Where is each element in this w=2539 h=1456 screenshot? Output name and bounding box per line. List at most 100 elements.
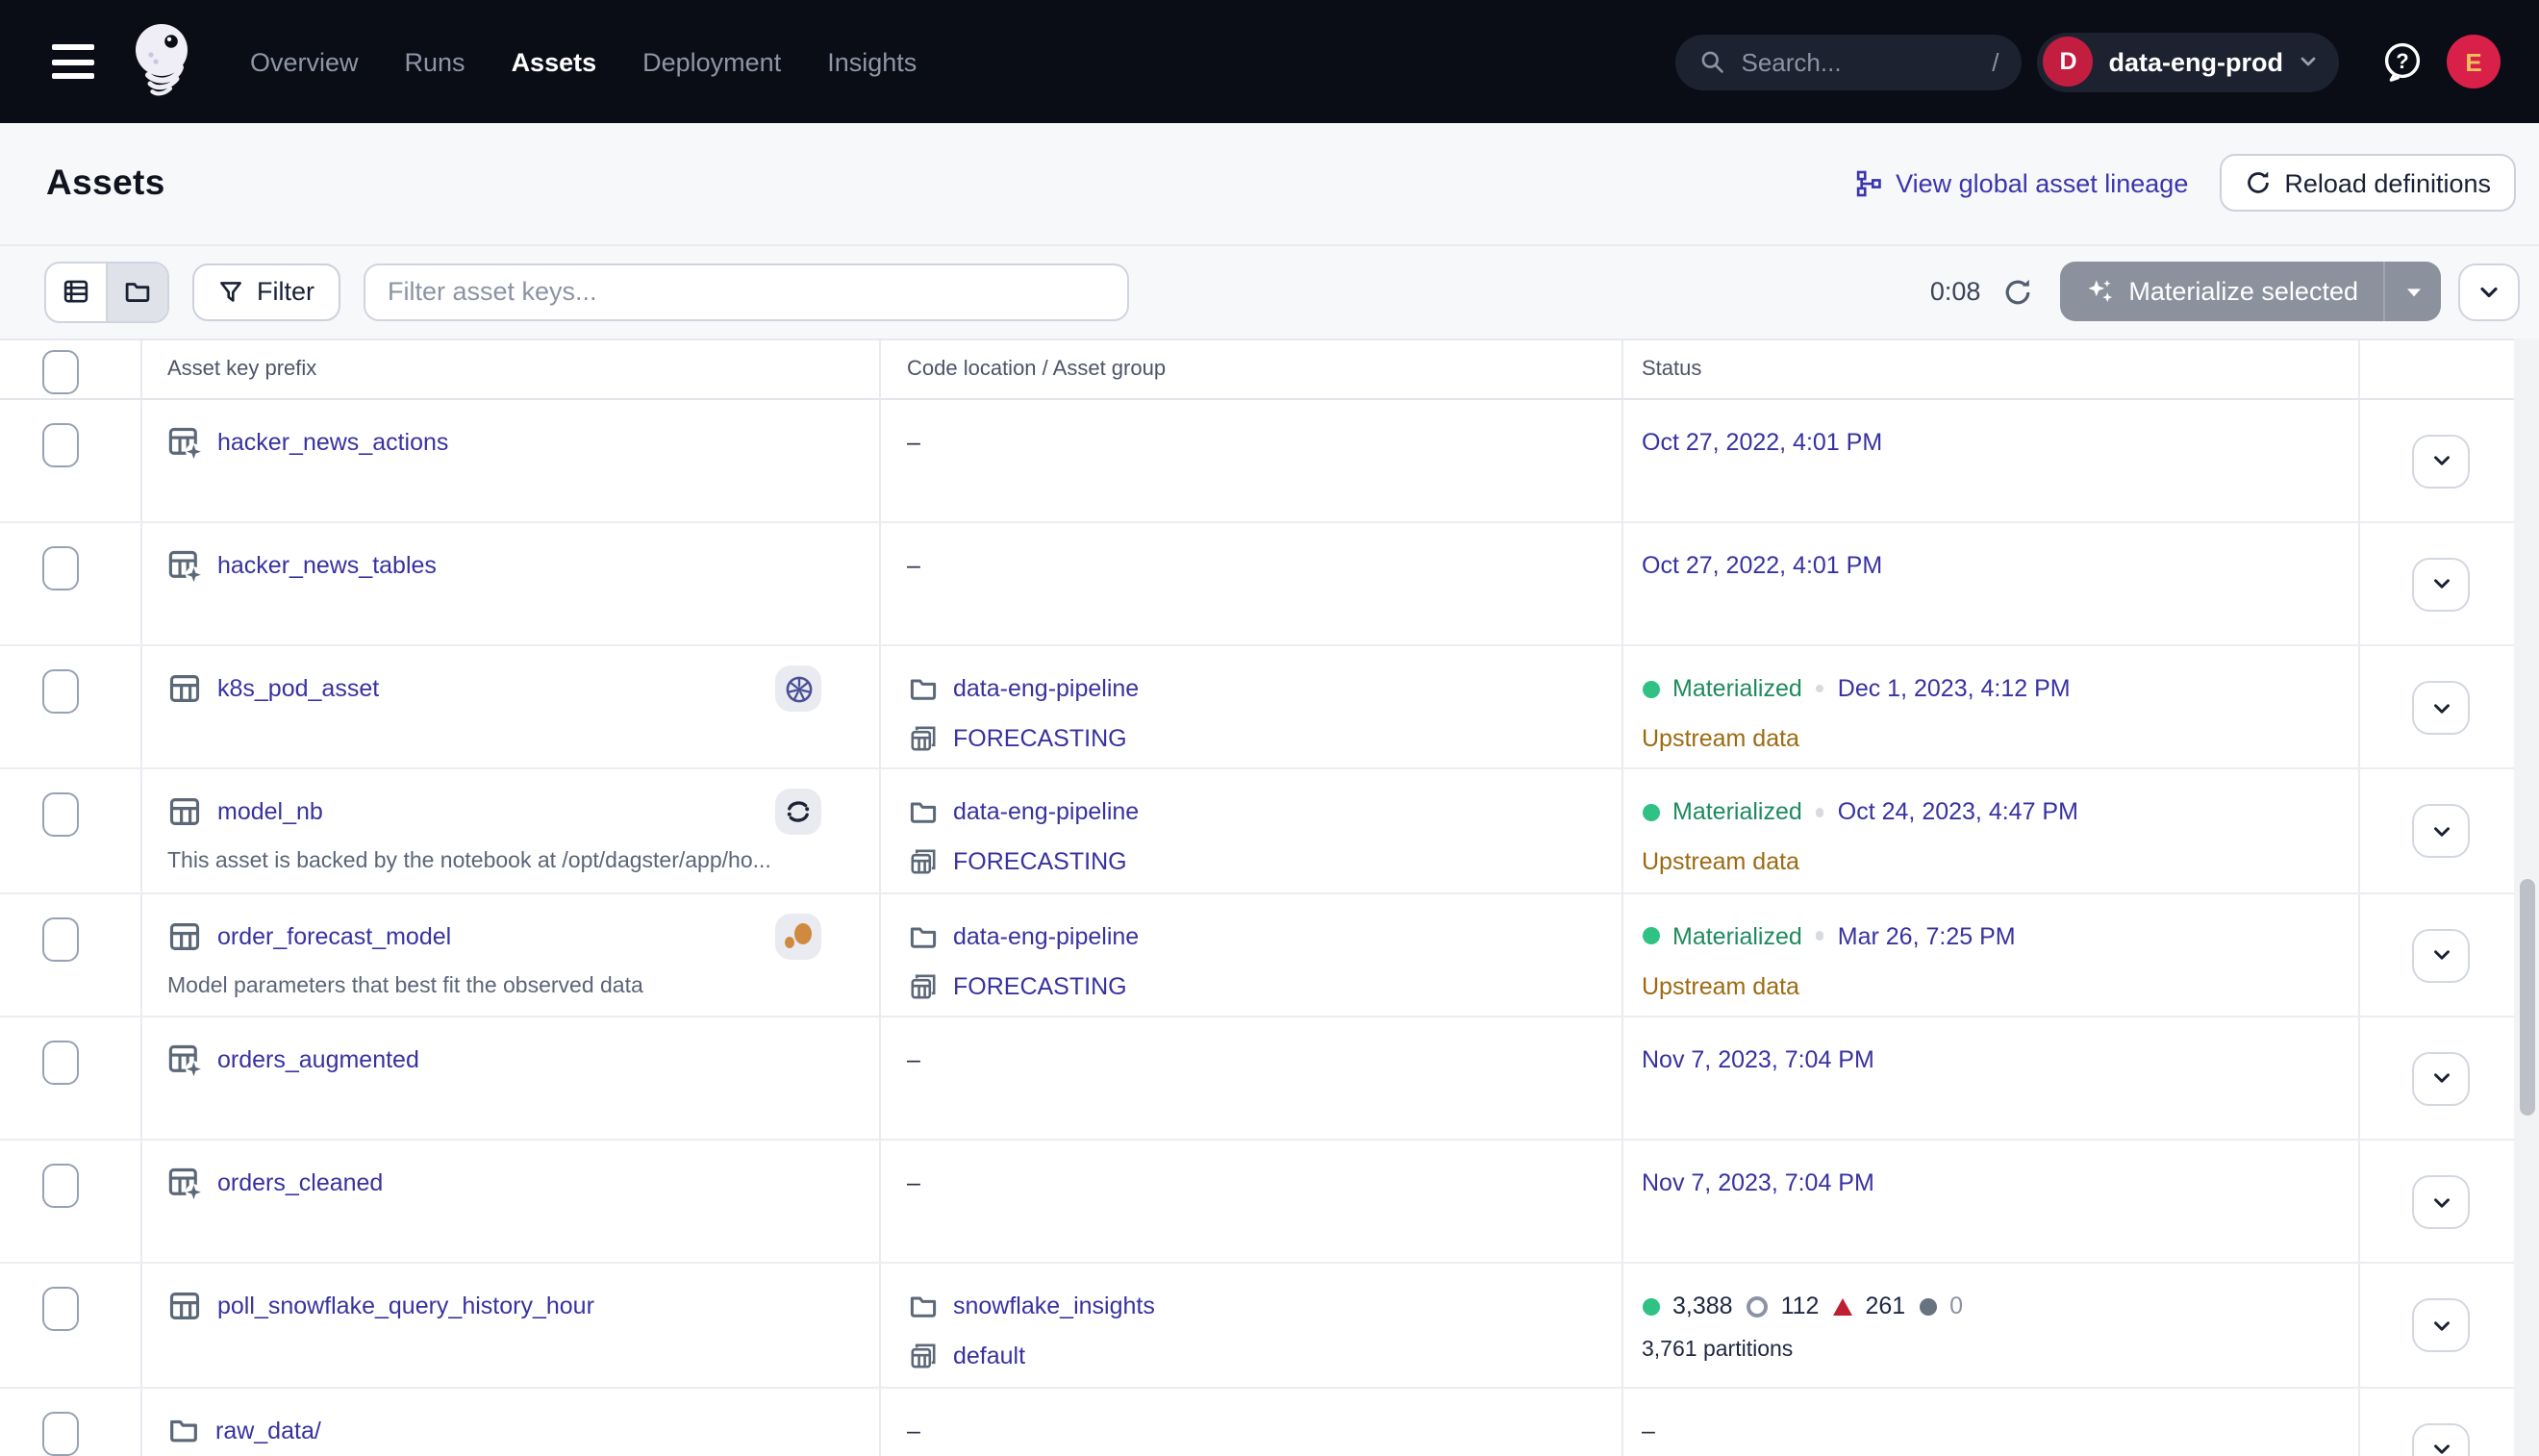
list-view-button[interactable] — [45, 264, 105, 321]
asset-group-link[interactable]: FORECASTING — [953, 849, 1127, 876]
search-shortcut: / — [1992, 47, 1999, 76]
row-expand-button[interactable] — [2412, 928, 2470, 982]
materialize-selected-button[interactable]: Materialize selected — [2059, 263, 2383, 322]
kubernetes-icon — [782, 672, 815, 705]
asset-link[interactable]: model_nb — [217, 799, 323, 826]
table-row: raw_data/ – – — [0, 1388, 2539, 1456]
reload-definitions-button[interactable]: Reload definitions — [2219, 155, 2516, 213]
chevron-down-icon — [2428, 942, 2453, 967]
materialization-date-link[interactable]: Oct 24, 2023, 4:47 PM — [1838, 799, 2078, 826]
materialize-options-caret[interactable] — [2383, 263, 2441, 322]
noteable-dots-icon — [783, 920, 814, 951]
filter-asset-keys-input[interactable] — [363, 264, 1128, 321]
row-checkbox[interactable] — [42, 546, 79, 590]
code-location-link[interactable]: data-eng-pipeline — [953, 675, 1139, 702]
nav-item-assets[interactable]: Assets — [504, 36, 605, 88]
dagster-logo-icon[interactable] — [119, 17, 200, 106]
asset-link[interactable]: orders_cleaned — [217, 1169, 383, 1196]
row-expand-button[interactable] — [2412, 558, 2470, 612]
row-checkbox[interactable] — [42, 916, 79, 961]
asset-link[interactable]: k8s_pod_asset — [217, 675, 379, 702]
asset-link[interactable]: hacker_news_actions — [217, 428, 448, 455]
row-expand-button[interactable] — [2412, 1052, 2470, 1106]
help-icon[interactable] — [2381, 40, 2424, 83]
table-row: poll_snowflake_query_history_hour snowfl… — [0, 1265, 2539, 1389]
observed-count: 112 — [1781, 1293, 1820, 1320]
chevron-down-icon — [2428, 819, 2453, 844]
deployment-switcher[interactable]: D data-eng-prod — [2038, 32, 2340, 91]
search-input[interactable]: Search... / — [1676, 34, 2023, 89]
nav-right-cluster: Search... / D data-eng-prod E — [1676, 32, 2501, 91]
asset-link[interactable]: orders_augmented — [217, 1046, 419, 1073]
code-location-link[interactable]: snowflake_insights — [953, 1293, 1155, 1320]
folder-icon — [907, 797, 938, 828]
asset-group-link[interactable]: default — [953, 1343, 1025, 1370]
row-checkbox[interactable] — [42, 1411, 79, 1455]
scrollbar-thumb[interactable] — [2519, 879, 2534, 1116]
materialization-date-link[interactable]: Oct 27, 2022, 4:01 PM — [1642, 428, 1882, 455]
nav-item-runs[interactable]: Runs — [397, 36, 473, 88]
asset-prefix-icon — [167, 1166, 202, 1200]
separator-dot — [1816, 932, 1824, 941]
collapse-all-button[interactable] — [2458, 264, 2520, 321]
separator-dot — [1816, 808, 1824, 816]
refresh-icon[interactable] — [2001, 277, 2032, 308]
row-expand-button[interactable] — [2412, 434, 2470, 488]
materialization-date-link[interactable]: Nov 7, 2023, 7:04 PM — [1642, 1169, 1874, 1196]
reload-icon — [2244, 170, 2271, 197]
folder-view-button[interactable] — [105, 264, 166, 321]
asset-link[interactable]: hacker_news_tables — [217, 552, 437, 579]
code-location-empty: – — [907, 523, 1621, 585]
scrollbar-track[interactable] — [2514, 339, 2539, 1456]
folder-icon — [907, 1292, 938, 1322]
user-avatar[interactable]: E — [2447, 35, 2501, 88]
column-header-status: Status — [1642, 358, 1701, 381]
asset-table-icon — [167, 918, 202, 953]
row-checkbox[interactable] — [42, 1288, 79, 1332]
row-checkbox[interactable] — [42, 1164, 79, 1208]
row-expand-button[interactable] — [2412, 1299, 2470, 1353]
asset-link[interactable]: poll_snowflake_query_history_hour — [217, 1293, 594, 1320]
materialization-date-link[interactable]: Dec 1, 2023, 4:12 PM — [1838, 675, 2071, 702]
code-location-link[interactable]: data-eng-pipeline — [953, 799, 1139, 826]
row-checkbox[interactable] — [42, 669, 79, 714]
asset-prefix-icon — [167, 1042, 202, 1077]
asset-group-link[interactable]: FORECASTING — [953, 972, 1127, 999]
table-row: orders_cleaned – Nov 7, 2023, 7:04 PM — [0, 1141, 2539, 1265]
select-all-checkbox[interactable] — [42, 351, 79, 395]
row-checkbox[interactable] — [42, 422, 79, 466]
table-row: hacker_news_tables – Oct 27, 2022, 4:01 … — [0, 523, 2539, 647]
row-expand-button[interactable] — [2412, 805, 2470, 859]
row-expand-button[interactable] — [2412, 681, 2470, 735]
row-expand-button[interactable] — [2412, 1175, 2470, 1229]
materialization-date-link[interactable]: Nov 7, 2023, 7:04 PM — [1642, 1046, 1874, 1073]
asset-group-link[interactable]: FORECASTING — [953, 725, 1127, 752]
chevron-down-icon — [2428, 1067, 2453, 1092]
row-expand-button[interactable] — [2412, 1422, 2470, 1456]
asset-table-icon — [167, 1290, 202, 1324]
row-checkbox[interactable] — [42, 1041, 79, 1085]
asset-group-icon — [907, 723, 938, 754]
noteable-badge — [775, 913, 821, 959]
deployment-name: data-eng-prod — [2109, 47, 2284, 76]
materialized-count: 3,388 — [1672, 1293, 1733, 1320]
chevron-down-icon — [2297, 50, 2320, 73]
filter-button[interactable]: Filter — [191, 264, 339, 321]
materialization-date-link[interactable]: Mar 26, 7:25 PM — [1838, 922, 2016, 949]
chevron-down-icon — [2476, 279, 2502, 306]
missing-count-dot — [1919, 1298, 1936, 1316]
asset-prefix-icon — [167, 424, 202, 459]
view-global-asset-lineage-link[interactable]: View global asset lineage — [1853, 169, 2188, 198]
materialization-date-link[interactable]: Oct 27, 2022, 4:01 PM — [1642, 552, 1882, 579]
nav-item-overview[interactable]: Overview — [242, 36, 366, 88]
materialized-dot — [1642, 804, 1659, 821]
hamburger-menu-icon[interactable] — [52, 44, 94, 79]
nav-item-deployment[interactable]: Deployment — [635, 36, 789, 88]
row-checkbox[interactable] — [42, 793, 79, 838]
table-header-row: Asset key prefix Code location / Asset g… — [0, 340, 2539, 399]
asset-link[interactable]: raw_data/ — [215, 1417, 321, 1443]
chevron-down-icon — [2428, 695, 2453, 720]
asset-link[interactable]: order_forecast_model — [217, 922, 451, 949]
nav-item-insights[interactable]: Insights — [819, 36, 924, 88]
code-location-link[interactable]: data-eng-pipeline — [953, 922, 1139, 949]
